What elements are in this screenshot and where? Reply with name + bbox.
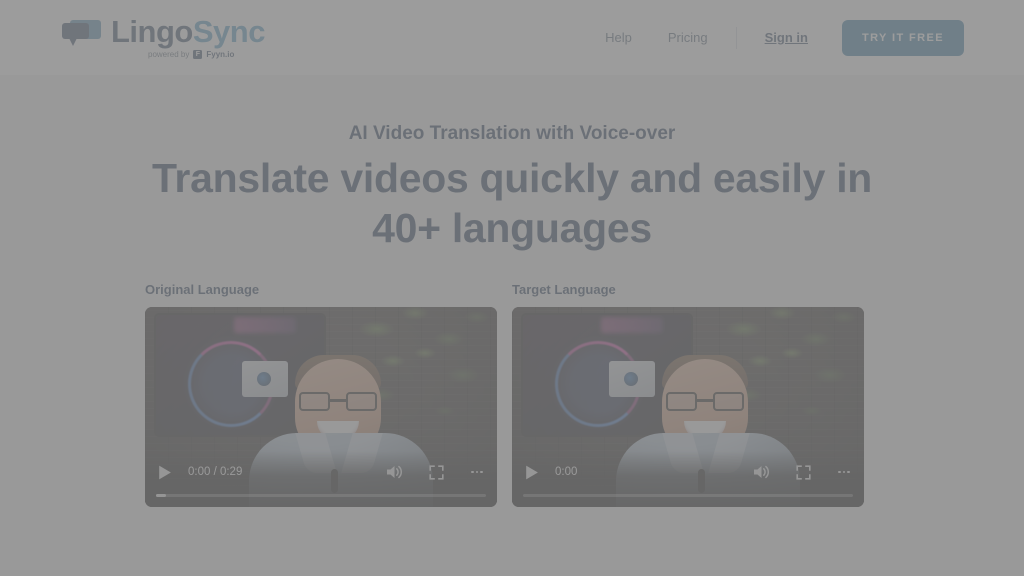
original-time-display: 0:00 / 0:29 — [188, 466, 243, 478]
more-options-icon[interactable] — [837, 464, 851, 480]
original-progress-bar[interactable] — [156, 494, 486, 497]
original-video-controls: 0:00 / 0:29 — [145, 451, 497, 507]
nav-link-help[interactable]: Help — [587, 30, 650, 45]
video-comparison: Original Language Target Language 0:00 /… — [145, 282, 881, 507]
original-language-label: Original Language — [145, 282, 260, 297]
site-header: LingoSync powered by F Fyyn.io Help Pric… — [0, 0, 1024, 75]
powered-by-prefix: powered by — [148, 50, 190, 59]
video-players: 0:00 / 0:29 0:00 — [145, 307, 881, 507]
try-it-free-button[interactable]: TRY IT FREE — [841, 19, 964, 56]
logo-row: LingoSync — [62, 16, 265, 47]
panel-labels: Original Language Target Language — [145, 282, 881, 304]
speech-bubble-icon — [62, 18, 102, 46]
target-progress-bar[interactable] — [523, 494, 853, 497]
page-title: Translate videos quickly and easily in 4… — [151, 155, 873, 252]
nav-divider — [735, 26, 737, 49]
fyyn-logo-icon: F — [193, 50, 203, 59]
target-video-controls: 0:00 — [512, 451, 864, 507]
volume-icon[interactable] — [385, 463, 403, 481]
original-video-player[interactable]: 0:00 / 0:29 — [145, 307, 497, 507]
powered-by: powered by F Fyyn.io — [148, 50, 234, 59]
play-icon[interactable] — [156, 464, 173, 481]
hero-eyebrow: AI Video Translation with Voice-over — [348, 123, 676, 144]
original-progress-fill — [156, 494, 166, 497]
sign-in-link[interactable]: Sign in — [747, 30, 826, 45]
volume-icon[interactable] — [752, 463, 770, 481]
play-icon[interactable] — [523, 464, 540, 481]
main-navigation: Help Pricing Sign in TRY IT FREE — [587, 19, 964, 56]
logo-word-sync: Sync — [192, 14, 266, 49]
nav-link-pricing[interactable]: Pricing — [650, 30, 726, 45]
hero-section: AI Video Translation with Voice-over Tra… — [0, 75, 1024, 576]
fullscreen-icon[interactable] — [796, 464, 811, 480]
target-language-label: Target Language — [512, 282, 616, 297]
target-time-display: 0:00 — [555, 466, 578, 478]
target-video-player[interactable]: 0:00 — [512, 307, 864, 507]
more-options-icon[interactable] — [470, 464, 484, 480]
powered-by-name: Fyyn.io — [206, 50, 235, 59]
logo[interactable]: LingoSync powered by F Fyyn.io — [62, 16, 265, 59]
logo-word-lingo: Lingo — [111, 14, 193, 49]
fullscreen-icon[interactable] — [429, 464, 444, 480]
logo-wordmark: LingoSync — [111, 16, 265, 47]
page-root: LingoSync powered by F Fyyn.io Help Pric… — [0, 0, 1024, 576]
